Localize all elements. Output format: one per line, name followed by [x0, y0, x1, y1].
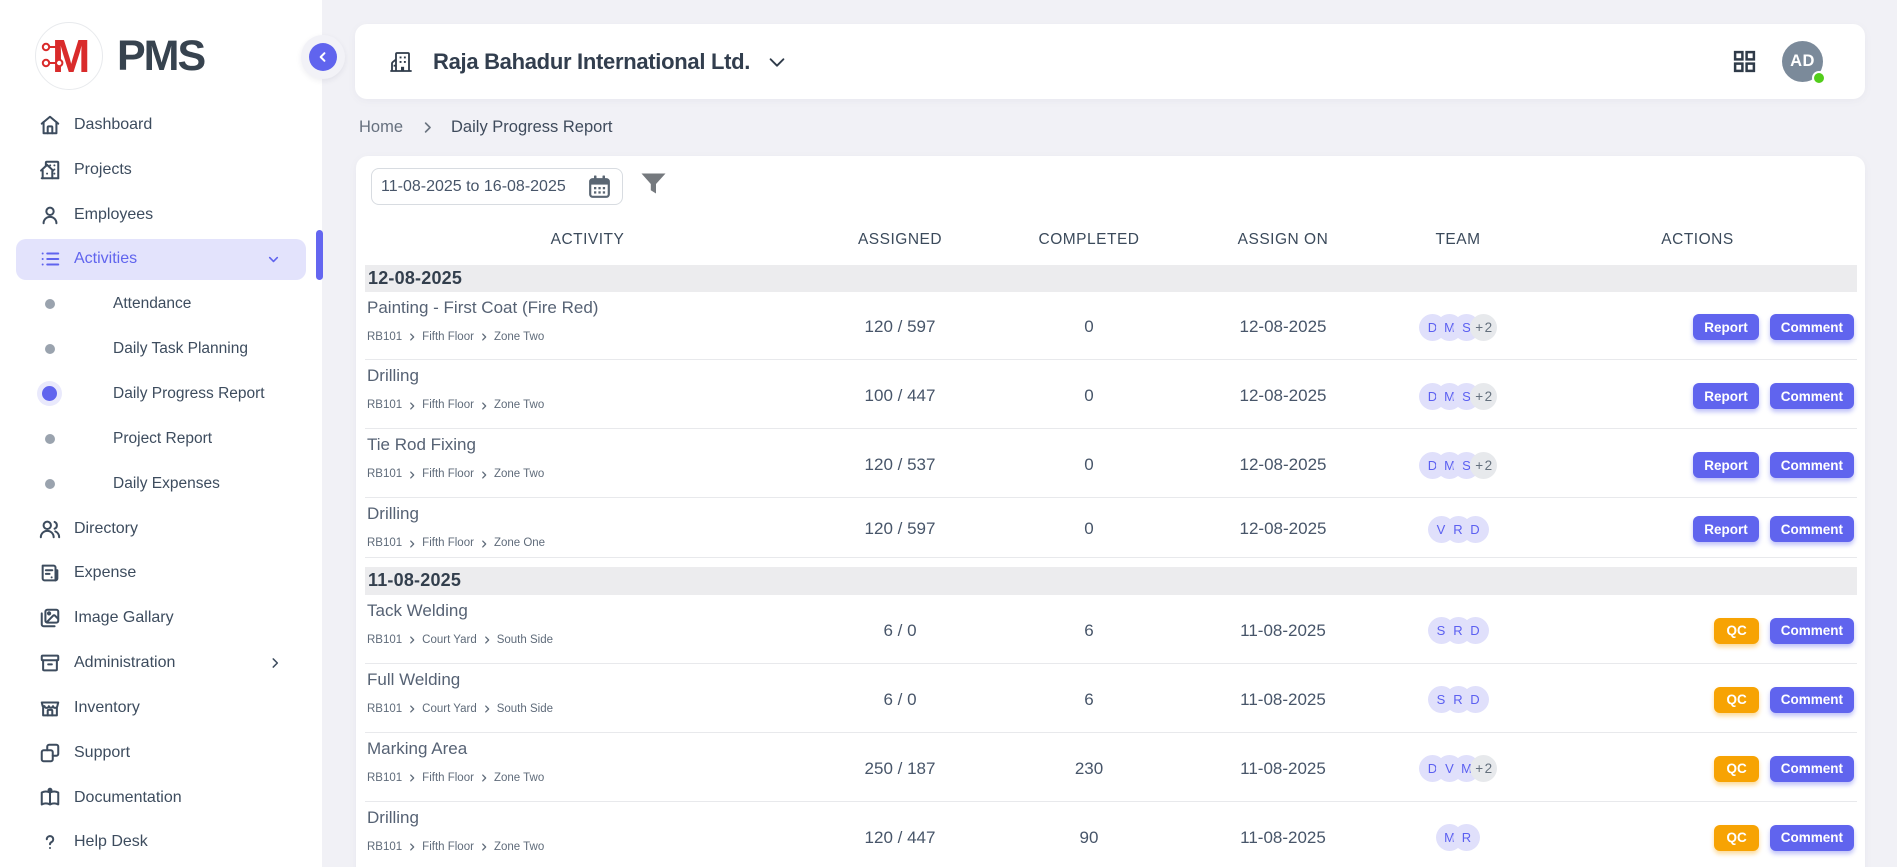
- svg-text:M: M: [52, 30, 90, 82]
